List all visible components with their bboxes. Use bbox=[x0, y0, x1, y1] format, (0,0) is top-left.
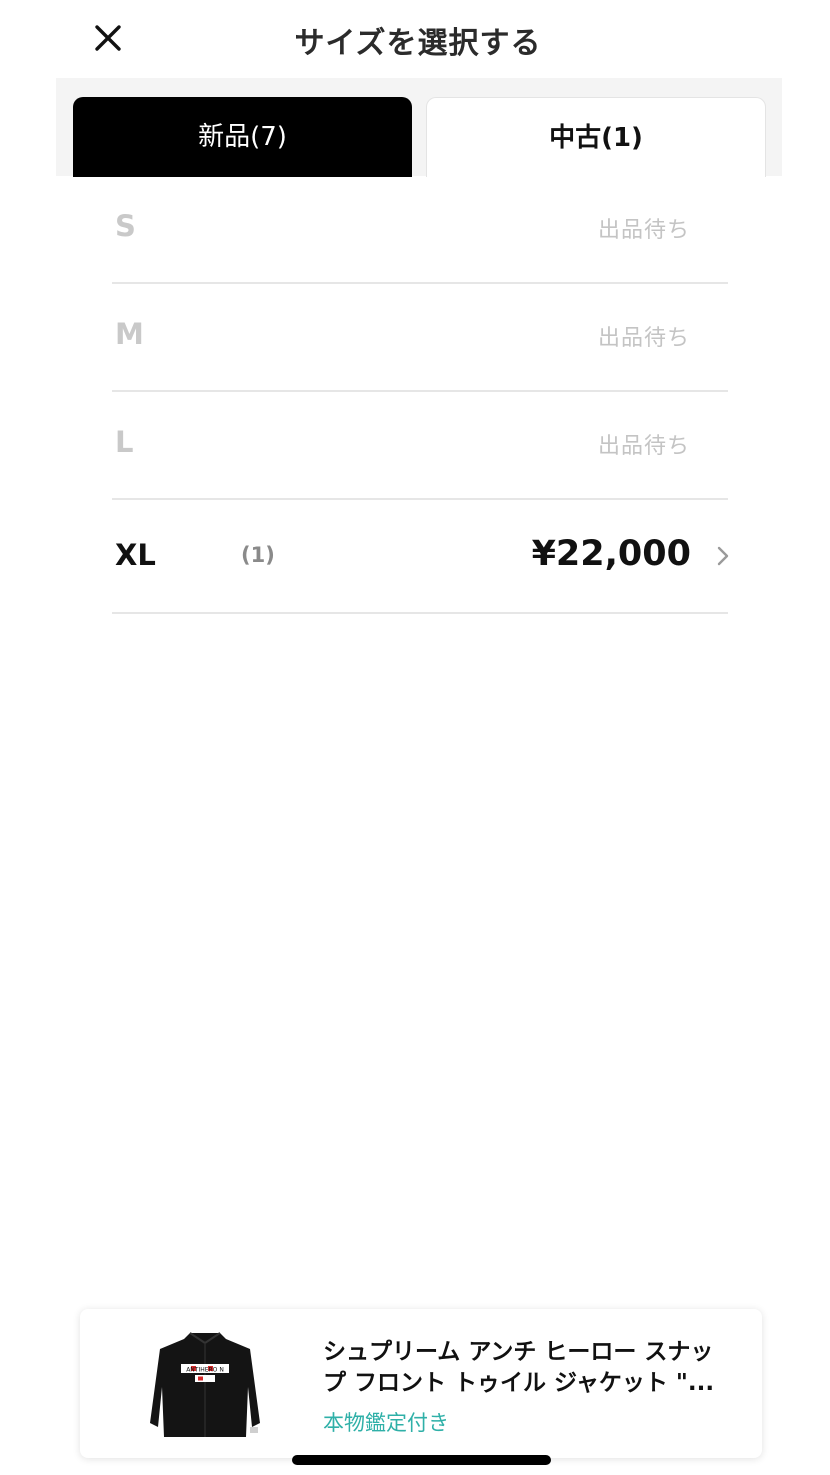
tab-used[interactable]: 中古(1) bbox=[426, 97, 766, 177]
chevron-right-icon bbox=[717, 546, 729, 566]
size-status: 出品待ち bbox=[597, 218, 690, 243]
size-row-s[interactable]: S 出品待ち bbox=[112, 176, 728, 284]
size-row-xl[interactable]: XL (1) ¥22,000 bbox=[112, 500, 729, 614]
size-price: ¥22,000 bbox=[531, 534, 691, 574]
size-status: 出品待ち bbox=[597, 434, 690, 459]
header: サイズを選択する bbox=[0, 0, 830, 78]
size-label: S bbox=[115, 209, 136, 243]
size-label: L bbox=[115, 425, 134, 459]
product-card[interactable]: ANTIHERO N シュプリーム アンチ ヒーロー スナップ フロント トゥイ… bbox=[80, 1309, 762, 1458]
size-row-m[interactable]: M 出品待ち bbox=[112, 284, 728, 392]
size-label: M bbox=[115, 317, 144, 351]
authenticity-badge: 本物鑑定付き bbox=[323, 1411, 449, 1435]
size-status: 出品待ち bbox=[597, 326, 690, 351]
thumb-logo-text: ANTIHERO N bbox=[186, 1367, 224, 1374]
product-thumbnail: ANTIHERO N bbox=[150, 1332, 260, 1437]
size-row-l[interactable]: L 出品待ち bbox=[112, 392, 728, 500]
condition-tabs: 新品(7) 中古(1) bbox=[56, 78, 782, 177]
listing-count: (1) bbox=[241, 543, 275, 567]
size-label: XL bbox=[115, 538, 156, 572]
tab-new[interactable]: 新品(7) bbox=[73, 97, 412, 177]
page-title: サイズを選択する bbox=[294, 26, 542, 61]
product-title: シュプリーム アンチ ヒーロー スナップ フロント トゥイル ジャケット "..… bbox=[323, 1339, 715, 1396]
home-indicator[interactable] bbox=[292, 1455, 551, 1465]
size-list: S 出品待ち M 出品待ち L 出品待ち XL (1) ¥22,000 bbox=[112, 176, 729, 614]
